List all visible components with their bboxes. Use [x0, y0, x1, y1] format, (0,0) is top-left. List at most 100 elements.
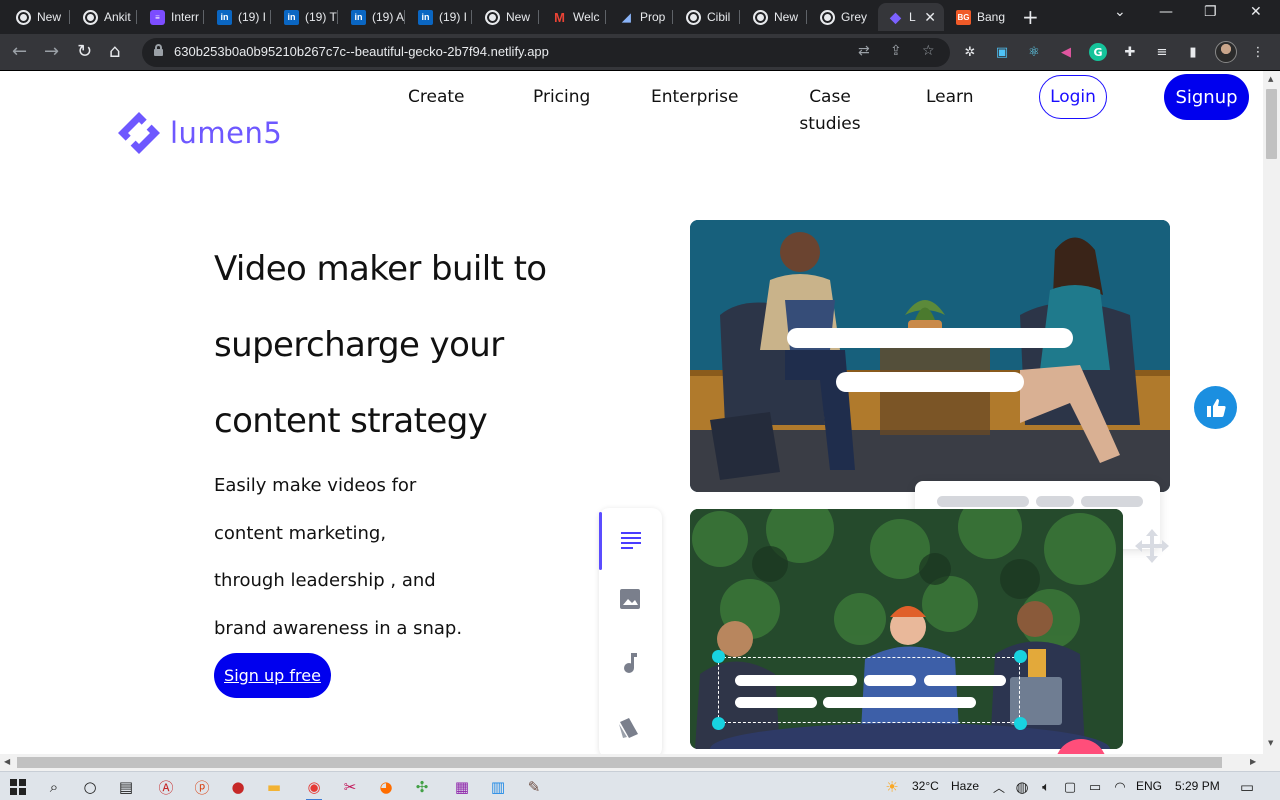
app-archive-icon[interactable]: ▦ — [452, 777, 472, 797]
browser-menu-icon[interactable]: ⋮ — [1249, 43, 1267, 61]
input-language[interactable]: ENG — [1136, 779, 1162, 793]
tab-gmail[interactable]: M Welc — [542, 3, 606, 31]
resize-handle[interactable] — [1014, 717, 1027, 730]
translate-icon[interactable]: ⇄ — [858, 43, 870, 59]
close-window-icon[interactable]: ✕ — [1250, 4, 1262, 20]
caption-bar — [787, 328, 1073, 348]
hero-sub-line: content marketing, — [214, 522, 387, 544]
horizontal-scrollbar[interactable]: ◀ ▶ — [0, 754, 1280, 771]
notifications-icon[interactable]: ▭ — [1237, 777, 1257, 797]
vertical-scrollbar[interactable]: ▲ ▼ — [1263, 71, 1280, 754]
search-icon[interactable]: ⌕ — [44, 777, 64, 797]
new-tab-icon[interactable]: + — [1022, 5, 1039, 29]
grammarly-icon[interactable]: G — [1089, 43, 1107, 61]
linkedin-icon: in — [351, 9, 366, 25]
app-notepad-icon[interactable]: ▥ — [488, 777, 508, 797]
tab-lumen5-active[interactable]: ◆ L ✕ — [878, 3, 944, 31]
app-p-icon[interactable]: ⓟ — [192, 777, 212, 797]
home-icon[interactable]: ⌂ — [109, 41, 120, 63]
app-snip-icon[interactable]: ✂ — [340, 777, 360, 797]
tab-bang[interactable]: BG Bang — [946, 3, 1010, 31]
scroll-right-icon[interactable]: ▶ — [1250, 757, 1256, 766]
tab-linkedin-1[interactable]: in (19) I — [207, 3, 271, 31]
weather-sun-icon[interactable]: ☀ — [882, 777, 902, 797]
tab-new-1[interactable]: New — [6, 3, 70, 31]
file-explorer-icon[interactable]: ▬ — [264, 777, 284, 797]
tab-linkedin-3[interactable]: in (19) A — [341, 3, 405, 31]
media-control-icon[interactable]: ≡ — [1153, 43, 1171, 61]
weather-condition[interactable]: Haze — [951, 779, 979, 793]
globe-icon — [83, 9, 98, 25]
music-note-icon[interactable] — [621, 652, 639, 674]
sign-up-free-button[interactable]: Sign up free — [214, 653, 331, 698]
app-red-a-icon[interactable]: Ⓐ — [156, 777, 176, 797]
vertical-scroll-thumb[interactable] — [1266, 89, 1277, 159]
task-view-icon[interactable]: ▤ — [116, 777, 136, 797]
tab-grey[interactable]: Grey — [810, 3, 874, 31]
tab-close-icon[interactable]: ✕ — [924, 9, 936, 26]
selection-box[interactable] — [718, 657, 1020, 723]
nav-case-studies[interactable]: Case studies — [796, 84, 864, 138]
like-button[interactable] — [1194, 386, 1237, 429]
bookmark-star-icon[interactable]: ☆ — [922, 43, 935, 59]
scroll-down-icon[interactable]: ▼ — [1268, 739, 1273, 747]
tab-linkedin-2[interactable]: in (19) T — [274, 3, 338, 31]
image-icon[interactable] — [619, 588, 641, 610]
nav-pricing[interactable]: Pricing — [533, 84, 590, 111]
app-slack-icon[interactable]: ✣ — [412, 777, 432, 797]
tab-label: (19) A — [372, 10, 405, 24]
tab-ankit[interactable]: Ankit — [73, 3, 137, 31]
scroll-up-icon[interactable]: ▲ — [1268, 75, 1273, 83]
clock-time[interactable]: 5:29 PM — [1175, 779, 1220, 793]
chrome-taskbar-icon[interactable]: ◉ — [304, 777, 324, 800]
extension-audio-icon[interactable]: ◀ — [1057, 43, 1075, 61]
wifi-icon[interactable]: ◠ — [1110, 777, 1130, 797]
minimize-icon[interactable]: — — [1159, 4, 1173, 20]
style-cards-icon[interactable] — [617, 716, 643, 740]
firefox-icon[interactable]: ◕ — [376, 777, 396, 797]
text-lines-icon[interactable] — [620, 530, 642, 550]
extension-atom-icon[interactable]: ✲ — [961, 43, 979, 61]
tab-search-icon[interactable]: ⌄ — [1114, 4, 1126, 20]
tab-new-2[interactable]: New — [475, 3, 539, 31]
nav-create[interactable]: Create — [408, 84, 465, 111]
scroll-left-icon[interactable]: ◀ — [4, 757, 10, 766]
extensions-puzzle-icon[interactable]: ✚ — [1121, 43, 1139, 61]
tray-chevron-icon[interactable]: ︿ — [989, 777, 1009, 797]
tab-cibil[interactable]: Cibil — [676, 3, 740, 31]
lumen5-logo-icon — [118, 112, 160, 154]
tab-interr[interactable]: ≡ Interr — [140, 3, 204, 31]
resize-handle[interactable] — [712, 650, 725, 663]
resize-handle[interactable] — [1014, 650, 1027, 663]
extension-react-icon[interactable]: ⚛ — [1025, 43, 1043, 61]
extension-image-icon[interactable]: ▣ — [993, 43, 1011, 61]
resize-handle[interactable] — [712, 717, 725, 730]
windows-start-icon[interactable] — [8, 777, 28, 797]
signup-button[interactable]: Signup — [1164, 74, 1249, 120]
profile-avatar[interactable] — [1215, 41, 1237, 63]
login-button[interactable]: Login — [1039, 75, 1107, 119]
meet-now-icon[interactable]: ▢ — [1060, 777, 1080, 797]
nav-learn[interactable]: Learn — [926, 84, 974, 111]
nav-enterprise[interactable]: Enterprise — [651, 84, 738, 111]
tray-app-icon[interactable]: ◍ — [1012, 777, 1032, 797]
weather-temperature[interactable]: 32°C — [912, 779, 939, 793]
reload-icon[interactable]: ↻ — [77, 41, 92, 63]
share-icon[interactable]: ⇪ — [890, 43, 902, 59]
back-icon[interactable]: ← — [12, 41, 27, 63]
side-panel-icon[interactable]: ▮ — [1184, 43, 1202, 61]
hero-photo-meeting — [690, 220, 1170, 492]
tab-new-3[interactable]: New — [743, 3, 807, 31]
restore-icon[interactable]: ❐ — [1204, 4, 1217, 20]
lumen5-logo[interactable]: lumen5 — [116, 110, 282, 156]
forward-icon[interactable]: → — [44, 41, 59, 63]
address-bar[interactable]: 630b253b0a0b95210b267c7c--beautiful-geck… — [142, 38, 950, 67]
cortana-icon[interactable]: ○ — [80, 777, 100, 797]
app-paint-icon[interactable]: ✎ — [524, 777, 544, 797]
tab-prop[interactable]: ◢ Prop — [609, 3, 673, 31]
battery-icon[interactable]: ▭ — [1085, 777, 1105, 797]
tab-linkedin-4[interactable]: in (19) I — [408, 3, 472, 31]
app-opera-icon[interactable]: ● — [228, 777, 248, 797]
horizontal-scroll-thumb[interactable] — [17, 757, 1222, 768]
volume-icon[interactable]: 🔈︎ — [1036, 777, 1056, 797]
